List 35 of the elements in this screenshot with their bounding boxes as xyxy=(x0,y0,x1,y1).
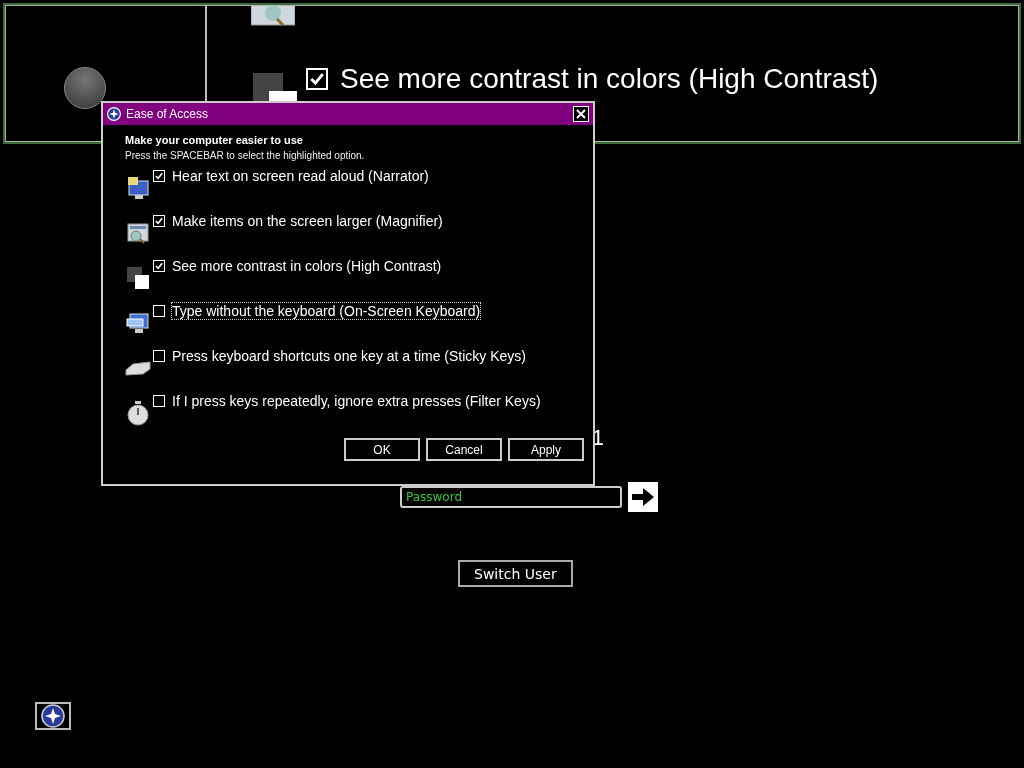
arrow-icon xyxy=(632,488,654,506)
keyboard-icon xyxy=(125,310,151,336)
dialog-button[interactable]: Apply xyxy=(508,438,584,461)
checkbox[interactable] xyxy=(153,260,165,272)
option-label: See more contrast in colors (High Contrast) xyxy=(340,63,879,95)
password-field[interactable]: Password xyxy=(400,486,622,508)
dialog-button[interactable]: OK xyxy=(344,438,420,461)
dialog-button[interactable]: Cancel xyxy=(426,438,502,461)
contrast-icon xyxy=(125,265,151,291)
checkbox[interactable] xyxy=(153,395,165,407)
close-icon xyxy=(576,109,586,119)
ease-of-access-button[interactable] xyxy=(35,702,71,730)
checkbox[interactable] xyxy=(306,68,328,90)
close-button[interactable] xyxy=(573,106,589,122)
monitor-icon xyxy=(125,175,151,201)
switch-user-button[interactable]: Switch User xyxy=(458,560,573,587)
ease-of-access-icon xyxy=(41,704,65,728)
magnifier-icon xyxy=(251,5,295,27)
checkbox[interactable] xyxy=(153,215,165,227)
option-label[interactable]: Type without the keyboard (On-Screen Keyboard) xyxy=(171,302,482,320)
dialog-heading: Make your computer easier to use xyxy=(125,134,304,146)
window-title: Ease of Access xyxy=(126,107,210,121)
ease-of-access-icon xyxy=(107,107,121,121)
option-label[interactable]: Press keyboard shortcuts one key at a time (Sticky Keys) xyxy=(171,347,528,365)
option-label[interactable]: Hear text on screen read aloud (Narrator) xyxy=(171,167,430,185)
checkbox[interactable] xyxy=(153,170,165,182)
option-label[interactable]: Make items on the screen larger (Magnifier) xyxy=(171,212,444,230)
instruction-text: Press the SPACEBAR to select the highlighted option. xyxy=(125,150,366,161)
option-label[interactable]: If I press keys repeatedly, ignore extra presses (Filter Keys) xyxy=(171,392,542,410)
stopwatch-icon xyxy=(125,400,151,426)
magnifier-icon xyxy=(125,220,151,246)
submit-button[interactable] xyxy=(628,482,658,512)
checkbox[interactable] xyxy=(153,305,165,317)
checkbox[interactable] xyxy=(153,350,165,362)
option-label[interactable]: See more contrast in colors (High Contrast) xyxy=(171,257,443,275)
